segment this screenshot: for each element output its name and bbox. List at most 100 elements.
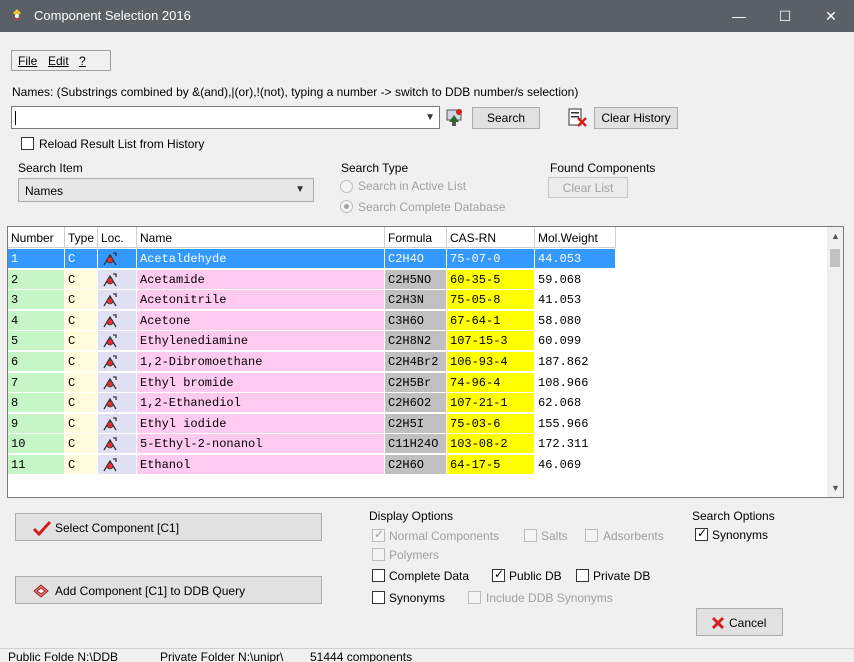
table-row[interactable]: 1 C Acetaldehyde C2H4O 75-07-0 44.053 [8,249,618,269]
search-button[interactable]: Search [472,107,540,129]
cell-name: Acetone [137,310,385,331]
cell-loc [98,372,137,393]
cell-formula: C2H6O [385,455,447,475]
cell-number: 5 [8,331,65,352]
table-row[interactable]: 2 C Acetamide C2H5NO 60-35-5 59.068 [8,269,618,290]
table-row[interactable]: 4 C Acetone C3H6O 67-64-1 58.080 [8,310,618,331]
menu-edit[interactable]: Edit [48,54,69,68]
molecule-location-icon [103,293,117,307]
cell-cas: 106-93-4 [447,352,535,372]
cell-cas: 64-17-5 [447,455,535,475]
cell-name: Acetaldehyde [137,249,385,269]
close-button[interactable]: ✕ [808,0,854,32]
cell-number: 2 [8,269,65,290]
table-row[interactable]: 6 C 1,2-Dibromoethane C2H4Br2 106-93-4 187.86… [8,352,618,372]
search-input[interactable]: ▼ [11,106,440,129]
components-table[interactable]: Number Type Loc. Name Formula CAS-RN Mol… [7,226,844,498]
table-row[interactable]: 5 C Ethylenediamine C2H8N2 107-15-3 60.099 [8,331,618,352]
column-header-loc[interactable]: Loc. [98,227,137,248]
cell-type: C [65,310,98,331]
menu-help[interactable]: ? [79,54,86,68]
search-item-select[interactable]: Names ▼ [18,178,314,202]
chevron-down-icon[interactable]: ▼ [425,112,435,123]
search-options-label: Search Options [692,509,775,523]
cell-type: C [65,434,98,455]
cell-formula: C2H3N [385,290,447,311]
scroll-down-icon[interactable]: ▼ [831,483,840,493]
display-synonyms-checkbox[interactable] [372,591,385,604]
table-row[interactable]: 8 C 1,2-Ethanediol C2H6O2 107-21-1 62.068 [8,393,618,414]
cell-type: C [65,455,98,475]
select-component-button[interactable]: Select Component [C1] [15,513,322,541]
add-component-button[interactable]: Add Component [C1] to DDB Query [15,576,322,604]
column-header-name[interactable]: Name [137,227,385,248]
salts-label: Salts [541,529,568,543]
column-header-formula[interactable]: Formula [385,227,447,248]
column-header-mw[interactable]: Mol.Weight [535,227,616,248]
cell-cas: 75-05-8 [447,290,535,311]
cell-type: C [65,249,98,269]
cell-mw: 41.053 [535,290,616,311]
cell-cas: 60-35-5 [447,269,535,290]
menu-bar: File Edit ? [11,50,111,71]
cell-type: C [65,393,98,414]
cell-number: 4 [8,310,65,331]
cell-loc [98,310,137,331]
normal-components-label: Normal Components [389,529,500,543]
cell-name: Acetonitrile [137,290,385,311]
salts-checkbox[interactable] [524,529,537,542]
search-complete-db-radio[interactable] [340,200,353,213]
scroll-thumb[interactable] [830,249,840,267]
cell-name: 1,2-Dibromoethane [137,352,385,372]
column-header-number[interactable]: Number [8,227,65,248]
molecule-location-icon [103,272,117,286]
cell-number: 7 [8,372,65,393]
polymers-checkbox[interactable] [372,548,385,561]
private-db-checkbox[interactable] [576,569,589,582]
cancel-button[interactable]: Cancel [696,608,783,636]
column-header-cas[interactable]: CAS-RN [447,227,535,248]
table-row[interactable]: 7 C Ethyl bromide C2H5Br 74-96-4 108.966 [8,372,618,393]
table-row[interactable]: 9 C Ethyl iodide C2H5I 75-03-6 155.966 [8,413,618,434]
search-item-label: Search Item [18,161,83,175]
cell-number: 3 [8,290,65,311]
clear-history-icon[interactable] [566,107,588,129]
clear-history-button[interactable]: Clear History [594,107,678,129]
search-synonyms-checkbox[interactable]: ✓ [695,526,708,541]
radio-dot [344,204,349,209]
maximize-button[interactable]: ☐ [762,0,808,32]
cell-type: C [65,331,98,352]
minimize-button[interactable]: — [716,0,762,32]
check-icon: ✓ [494,567,505,581]
names-hint-label: Names: (Substrings combined by &(and),|(… [12,85,579,99]
search-active-list-radio[interactable] [340,180,353,193]
column-header-type[interactable]: Type [65,227,98,248]
table-row[interactable]: 10 C 5-Ethyl-2-nonanol C11H24O 103-08-2 172.3… [8,434,618,455]
search-tools-icon[interactable] [444,107,466,129]
public-db-label: Public DB [509,569,562,583]
include-ddb-synonyms-checkbox[interactable] [468,591,481,604]
menu-file[interactable]: File [18,54,37,68]
cell-cas: 107-21-1 [447,393,535,414]
adsorbents-checkbox[interactable] [585,529,598,542]
cell-formula: C2H4O [385,249,447,269]
complete-data-checkbox[interactable] [372,569,385,582]
scroll-up-icon[interactable]: ▲ [831,231,840,241]
reload-history-checkbox[interactable] [21,137,34,150]
molecule-location-icon [103,417,117,431]
table-row[interactable]: 3 C Acetonitrile C2H3N 75-05-8 41.053 [8,290,618,311]
cell-cas: 67-64-1 [447,310,535,331]
public-db-checkbox[interactable]: ✓ [492,567,505,582]
cell-name: Ethanol [137,455,385,475]
clear-list-button[interactable]: Clear List [548,177,628,198]
status-component-count: 51444 components [310,650,413,662]
reload-history-label: Reload Result List from History [39,137,205,151]
table-vertical-scrollbar[interactable]: ▲ ▼ [827,227,843,497]
cancel-label: Cancel [729,616,767,630]
cell-number: 9 [8,413,65,434]
table-row[interactable]: 11 C Ethanol C2H6O 64-17-5 46.069 [8,455,618,475]
add-query-icon [33,584,49,598]
cell-formula: C3H6O [385,310,447,331]
cell-type: C [65,352,98,372]
normal-components-checkbox[interactable]: ✓ [372,527,385,542]
